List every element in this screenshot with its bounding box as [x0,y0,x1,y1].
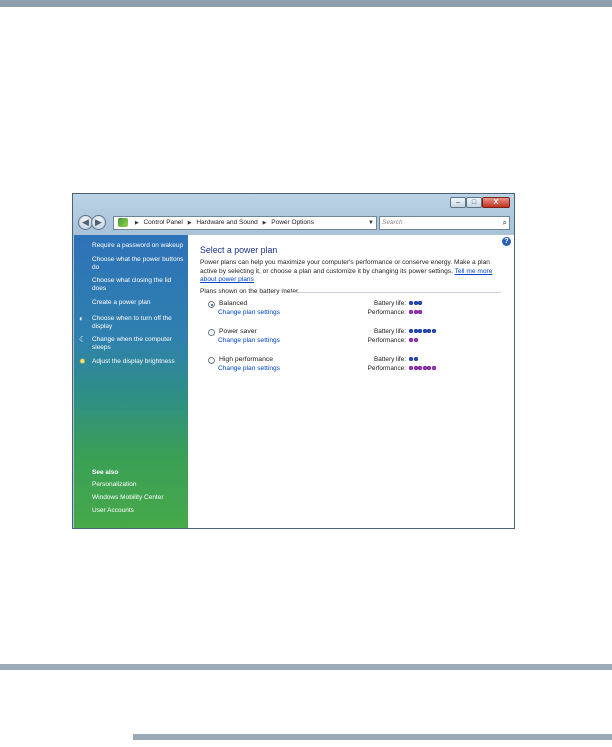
navigation-bar: ◀ ▶ ▶ Control Panel ▶ Hardware and Sound… [73,212,514,234]
performance-dot [409,310,413,314]
description-text: Power plans can help you maximize your c… [200,259,490,275]
battery-dot [422,329,427,333]
address-bar[interactable]: ▶ Control Panel ▶ Hardware and Sound ▶ P… [113,216,377,230]
task-pane: Require a password on wakeup Choose what… [74,235,188,528]
performance-meter [409,338,418,344]
battery-dot [427,329,432,333]
moon-icon: ☾ [79,335,87,344]
performance-dot [427,366,432,370]
section-label: Plans shown on the battery meter [200,288,299,295]
close-button[interactable]: X [482,197,510,208]
breadcrumb-power-options[interactable]: Power Options [271,219,314,226]
task-label: Choose what the power buttons do [92,256,184,271]
performance-meter [409,310,423,316]
section-divider [290,292,501,293]
battery-life-meter [409,357,418,363]
performance-label: Performance: [367,309,406,316]
change-plan-settings-link[interactable]: Change plan settings [218,365,280,372]
page-bottom-rule [133,734,612,740]
display-icon: ◐ [79,314,84,323]
battery-dot [431,329,436,333]
task-create-power-plan[interactable]: Create a power plan [92,299,186,307]
chevron-right-icon: ▶ [187,220,192,226]
see-also-user-accounts[interactable]: User Accounts [92,507,186,515]
performance-dot [409,338,413,342]
battery-dot [413,329,418,333]
task-label: Change when the computer sleeps [92,336,172,351]
plan-name[interactable]: Balanced [219,300,247,307]
help-icon[interactable]: ? [502,237,511,246]
battery-dot [409,357,413,361]
see-also-personalization[interactable]: Personalization [92,481,186,489]
task-label: Create a power plan [92,299,151,306]
performance-dot [418,366,423,370]
task-computer-sleeps[interactable]: ☾ Change when the computer sleeps [79,336,186,352]
sun-icon: ✹ [79,357,86,366]
battery-dot [413,301,418,305]
breadcrumb-control-panel[interactable]: Control Panel [143,219,182,226]
task-display-brightness[interactable]: ✹ Adjust the display brightness [79,358,186,366]
battery-life-label: Battery life: [374,328,406,335]
power-options-window: – □ X ◀ ▶ ▶ Control Panel ▶ Hardware and… [72,193,515,529]
chevron-right-icon: ▶ [262,220,267,226]
performance-dot [413,338,418,342]
plan-name[interactable]: High performance [219,356,273,363]
task-label: Choose when to turn off the display [92,315,172,330]
title-bar: – □ X [73,194,514,210]
battery-life-meter [409,301,423,307]
task-label: Choose what closing the lid does [92,277,172,292]
performance-label: Performance: [367,365,406,372]
performance-dot [413,310,418,314]
task-closing-lid[interactable]: Choose what closing the lid does [92,277,186,293]
battery-dot [418,301,423,305]
battery-dot [409,301,413,305]
performance-dot [409,366,413,370]
search-input[interactable]: Search ⌕ [379,216,510,230]
plan-radio[interactable] [208,329,215,336]
performance-dot [418,310,423,314]
battery-life-label: Battery life: [374,300,406,307]
control-panel-icon [118,218,128,227]
maximize-button[interactable]: □ [466,197,482,208]
plan-radio[interactable] [208,357,215,364]
task-turn-off-display[interactable]: ◐ Choose when to turn off the display [79,315,186,331]
battery-life-label: Battery life: [374,356,406,363]
performance-dot [413,366,418,370]
forward-button[interactable]: ▶ [91,215,106,230]
battery-dot [413,357,418,361]
task-label: Adjust the display brightness [92,358,175,365]
see-also-mobility-center[interactable]: Windows Mobility Center [92,494,186,502]
chevron-right-icon: ▶ [134,220,139,226]
performance-dot [422,366,427,370]
performance-meter [409,366,437,372]
change-plan-settings-link[interactable]: Change plan settings [218,309,280,316]
page-description: Power plans can help you maximize your c… [200,259,500,285]
battery-dot [409,329,413,333]
task-power-buttons[interactable]: Choose what the power buttons do [92,256,186,272]
page-top-rule [0,0,612,7]
plan-radio[interactable] [208,301,215,308]
page-title: Select a power plan [200,245,278,255]
page-middle-rule [0,664,612,670]
chevron-down-icon[interactable]: ▼ [368,217,374,229]
plan-balanced: Balanced Change plan settings Battery li… [208,300,508,322]
minimize-button[interactable]: – [450,197,466,208]
plan-name[interactable]: Power saver [219,328,257,335]
search-placeholder: Search [382,219,403,226]
main-content: ? Select a power plan Power plans can he… [188,235,514,528]
performance-dot [431,366,436,370]
see-also-heading: See also [92,469,119,476]
plan-power-saver: Power saver Change plan settings Battery… [208,328,508,350]
battery-life-meter [409,329,437,335]
task-label: Require a password on wakeup [92,242,184,249]
breadcrumb-hardware-and-sound[interactable]: Hardware and Sound [196,219,257,226]
search-icon[interactable]: ⌕ [503,217,507,229]
change-plan-settings-link[interactable]: Change plan settings [218,337,280,344]
plan-high-performance: High performance Change plan settings Ba… [208,356,508,378]
battery-dot [418,329,423,333]
task-require-password[interactable]: Require a password on wakeup [92,242,186,250]
performance-label: Performance: [367,337,406,344]
